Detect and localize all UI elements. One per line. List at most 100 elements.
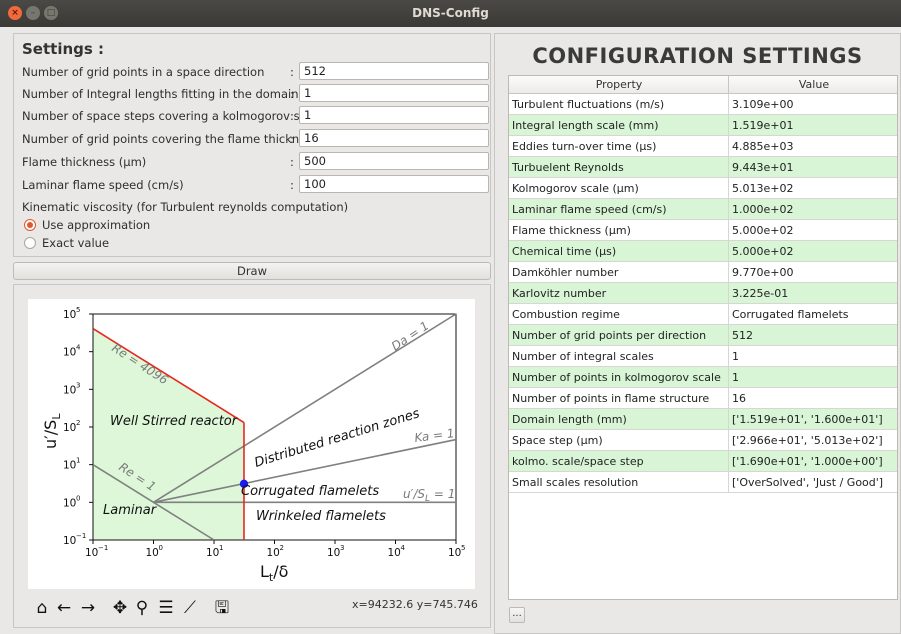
property-cell: Laminar flame speed (cm/s) [512,203,667,216]
back-arrow-icon[interactable]: ← [54,597,74,619]
table-row[interactable]: Number of points in kolmogorov scale 1 [509,367,897,388]
table-row[interactable]: Number of grid points per direction 512 [509,325,897,346]
y-tick-exponent: −1 [76,532,86,540]
y-tick-exponent: 1 [76,457,80,465]
value-cell: 5.013e+02 [732,182,794,195]
subplots-icon[interactable]: ☰ [156,597,176,619]
property-cell: Kolmogorov scale (µm) [512,182,639,195]
space-steps-input[interactable]: 1 [299,106,489,124]
property-cell: Domain length (mm) [512,413,627,426]
y-axis-label: u′/SL [41,413,63,449]
property-cell: Flame thickness (µm) [512,224,631,237]
value-cell: 9.770e+00 [732,266,794,279]
radio-exact-value[interactable]: Exact value [24,235,284,251]
da-1-label: Da = 1 [389,318,432,353]
x-tick-label: 10 [327,547,340,559]
well-stirred-label: Well Stirred reactor [110,414,239,429]
property-cell: Damköhler number [512,266,619,279]
edit-axes-icon[interactable]: ⟋ [180,597,200,619]
viscosity-label: Kinematic viscosity (for Turbulent reyno… [22,200,349,214]
table-row[interactable]: Chemical time (µs) 5.000e+02 [509,241,897,262]
y-tick-exponent: 0 [76,494,80,502]
table-row[interactable]: Combustion regime Corrugated flamelets [509,304,897,325]
radio-exact-value-label: Exact value [42,236,110,250]
x-tick-exponent: 1 [219,544,223,552]
table-row[interactable]: Turbuelent Reynolds 9.443e+01 [509,157,897,178]
table-row[interactable]: Integral length scale (mm) 1.519e+01 [509,115,897,136]
value-cell: Corrugated flamelets [732,308,849,321]
y-tick-label: 10 [63,309,76,321]
integral-lengths-input[interactable]: 1 [299,84,489,102]
table-row[interactable]: Number of integral scales 1 [509,346,897,367]
space-steps-row: Number of space steps covering a kolmogo… [22,106,489,126]
y-tick-label: 10 [63,535,76,547]
field-colon: : [290,87,294,101]
value-cell: 4.885e+03 [732,140,794,153]
draw-button[interactable]: Draw [13,262,491,280]
integral-lengths-row: Number of Integral lengths fitting in th… [22,84,489,104]
home-icon[interactable]: ⌂ [32,597,52,619]
table-row[interactable]: Number of points in flame structure 16 [509,388,897,409]
configuration-title: CONFIGURATION SETTINGS [532,44,863,68]
table-row[interactable]: Eddies turn-over time (µs) 4.885e+03 [509,136,897,157]
integral-lengths-label: Number of Integral lengths fitting in th… [22,87,299,101]
window-title: DNS-Config [412,6,489,20]
forward-arrow-icon[interactable]: → [78,597,98,619]
more-button[interactable]: ... [509,607,525,623]
table-row[interactable]: Karlovitz number 3.225e-01 [509,283,897,304]
table-row[interactable]: Flame thickness (µm) 5.000e+02 [509,220,897,241]
field-colon: : [290,65,294,79]
x-tick-exponent: 2 [280,544,284,552]
value-cell: 1 [732,371,739,384]
column-header-property[interactable]: Property [509,78,729,91]
table-row[interactable]: Turbulent fluctuations (m/s) 3.109e+00 [509,94,897,115]
configuration-table[interactable]: Property Value Turbulent fluctuations (m… [508,75,898,600]
property-cell: Small scales resolution [512,476,639,489]
value-cell: ['1.690e+01', '1.000e+00'] [732,455,883,468]
x-tick-label: 10 [206,547,219,559]
laminar-label: Laminar [103,503,158,518]
y-tick-label: 10 [63,422,76,434]
x-tick-label: 10 [267,547,280,559]
y-tick-label: 10 [63,384,76,396]
field-colon: : [290,132,294,146]
property-cell: Chemical time (µs) [512,245,617,258]
table-row[interactable]: Space step (µm) ['2.966e+01', '5.013e+02'… [509,430,897,451]
x-axis-label: Lt/δ [260,562,288,584]
property-cell: Number of grid points per direction [512,329,707,342]
x-tick-label: 10 [85,547,98,559]
zoom-icon[interactable]: ⚲ [132,597,152,619]
property-cell: Turbulent fluctuations (m/s) [512,98,665,111]
laminar-flame-speed-input[interactable]: 100 [299,175,489,193]
property-cell: Karlovitz number [512,287,607,300]
u-sl-1-label: u′/SL = 1 [403,487,455,504]
field-colon: : [290,155,294,169]
table-row[interactable]: kolmo. scale/space step ['1.690e+01', '1.… [509,451,897,472]
x-tick-exponent: 0 [159,544,163,552]
table-row[interactable]: Laminar flame speed (cm/s) 1.000e+02 [509,199,897,220]
y-tick-label: 10 [63,347,76,359]
value-cell: ['2.966e+01', '5.013e+02'] [732,434,883,447]
save-icon[interactable]: 🖫 [212,597,232,619]
table-row[interactable]: Kolmogorov scale (µm) 5.013e+02 [509,178,897,199]
property-cell: kolmo. scale/space step [512,455,644,468]
y-tick-exponent: 4 [76,344,81,352]
table-row[interactable]: Small scales resolution ['OverSolved', 'J… [509,472,897,493]
grid-points-input[interactable]: 512 [299,62,489,80]
table-row[interactable]: Domain length (mm) ['1.519e+01', '1.600e+… [509,409,897,430]
property-cell: Number of integral scales [512,350,654,363]
radio-use-approximation[interactable]: Use approximation [24,217,284,233]
column-header-value[interactable]: Value [729,78,897,91]
flame-grid-points-input[interactable]: 16 [299,129,489,147]
value-cell: ['1.519e+01', '1.600e+01'] [732,413,883,426]
laminar-flame-speed-row: Laminar flame speed (cm/s) : 100 [22,175,489,195]
y-tick-exponent: 5 [76,306,80,314]
combustion-regime-diagram[interactable]: 10 −1 10 0 10 1 10 2 10 3 10 4 10 5 10 −1 10 0 10 1 10 2 10 3 10… [28,299,475,589]
cursor-coordinates: x=94232.6 y=745.746 [352,598,478,611]
x-tick-exponent: −1 [98,544,108,552]
table-row[interactable]: Damköhler number 9.770e+00 [509,262,897,283]
pan-icon[interactable]: ✥ [110,597,130,619]
flame-thickness-row: Flame thickness (µm) : 500 [22,152,489,172]
wrinkled-label: Wrinkeled flamelets [256,509,386,524]
flame-thickness-input[interactable]: 500 [299,152,489,170]
